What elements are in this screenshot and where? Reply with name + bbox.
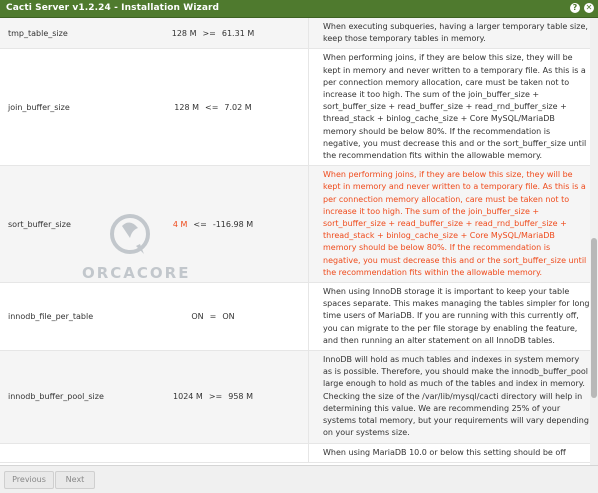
recommended-value: ON [222,312,235,322]
description-line: increase it too high. The sum of the joi… [323,90,540,100]
next-button[interactable]: Next [55,471,95,489]
setting-name [0,443,118,463]
title-bar: Cacti Server v1.2.24 - Installation Wiza… [0,0,598,18]
description-line: as is possible. Therefore, you should ma… [323,367,588,377]
description-line: time users of MariaDB. If you are runnin… [323,311,579,321]
current-value: 4 M [172,219,188,229]
description-line: memory should be below 80%. If the recom… [323,243,551,253]
description-line: thread_stack + binlog_cache_size + Core … [323,231,555,241]
table-row: tmp_table_size 128 M >= 61.31 M When executi… [0,18,590,50]
setting-name: join_buffer_size [0,48,118,167]
window-title: Cacti Server v1.2.24 - Installation Wiza… [6,3,220,13]
setting-value: 1024 M >= 958 M [118,350,309,444]
setting-description: When using InnoDB storage it is importan… [308,282,590,352]
close-icon[interactable]: ✕ [584,3,594,13]
description-line: When executing subqueries, having a larg… [323,22,588,31]
description-line: the recommendation fits within the allow… [323,151,543,161]
description-line: thread_stack + binlog_cache_size + Core … [323,114,555,124]
description-line: and then running an alter statement on a… [323,335,555,345]
current-value: ON [191,312,204,322]
description-line: When using InnoDB storage it is importan… [323,287,570,297]
description-line: kept in memory and never written to a te… [323,182,586,192]
vertical-scrollbar[interactable] [590,18,598,465]
comparison-operator: >= [208,392,223,402]
comparison-operator: >= [202,28,216,38]
setting-description: When performing joins, if they are below… [308,48,590,167]
description-line: memory should be below 80%. If the recom… [323,126,551,136]
table-row: join_buffer_size 128 M <= 7.02 M When perfor… [0,48,590,167]
setting-name: sort_buffer_size [0,165,118,284]
current-value: 128 M [174,102,200,112]
recommended-value: 7.02 M [224,102,252,112]
description-line: sort_buffer_size + read_buffer_size + re… [323,102,567,112]
setting-name: innodb_buffer_pool_size [0,350,118,444]
setting-description: When performing joins, if they are below… [308,165,590,284]
description-line: Checking the size of the /var/lib/mysql/… [323,391,583,401]
description-line: systems total memory, but your requireme… [323,416,589,426]
setting-description: InnoDB will hold as much tables and inde… [308,350,590,444]
description-line: on your systems size. [323,428,410,438]
description-line: per connection memory allocation, care m… [323,77,570,87]
description-line: kept in memory and never written to a te… [323,65,586,75]
setting-description: When executing subqueries, having a larg… [308,18,590,50]
setting-name: innodb_file_per_table [0,282,118,352]
description-line: the recommendation fits within the allow… [323,267,543,277]
settings-table: tmp_table_size 128 M >= 61.31 M When executi… [0,18,590,463]
help-icon[interactable]: ? [570,3,580,13]
setting-name: tmp_table_size [0,18,118,50]
description-line: When using MariaDB 10.0 or below this se… [323,447,566,457]
description-line: When performing joins, if they are below… [323,53,573,63]
comparison-operator: <= [205,102,219,112]
description-line: determining this value. We are recommend… [323,403,561,413]
description-line: When performing joins, if they are below… [323,170,573,180]
setting-value [118,443,309,463]
current-value: 128 M [171,28,197,38]
footer-bar: Previous Next [0,465,598,493]
previous-button[interactable]: Previous [4,471,54,489]
description-line: you can migrate to the per file storage … [323,323,578,333]
table-row: innodb_file_per_table ON = ON When using Inn… [0,282,590,352]
table-row: sort_buffer_size 4 M <= -116.98 M When perfo… [0,165,590,284]
description-line: large enough to hold as much of the tabl… [323,379,585,389]
description-line: increase it too high. The sum of the joi… [323,206,540,216]
recommended-value: 958 M [228,392,253,402]
setting-value: 128 M <= 7.02 M [118,48,309,167]
current-value: 1024 M [173,392,203,402]
description-line: spaces separate. This makes managing the… [323,299,590,309]
description-line: sort_buffer_size + read_buffer_size + re… [323,219,567,229]
settings-table-container[interactable]: tmp_table_size 128 M >= 61.31 M When executi… [0,18,590,465]
comparison-operator: = [209,312,217,322]
setting-value: ON = ON [118,282,309,352]
comparison-operator: <= [193,219,207,229]
table-row: innodb_buffer_pool_size 1024 M >= 958 M Inno… [0,350,590,444]
setting-value: 128 M >= 61.31 M [118,18,309,50]
setting-description: When using MariaDB 10.0 or below this se… [308,443,590,463]
description-line: InnoDB will hold as much tables and inde… [323,355,580,365]
recommended-value: -116.98 M [212,219,254,229]
description-line: negative, you must decrease this and or … [323,138,587,148]
setting-value: 4 M <= -116.98 M [118,165,309,284]
table-row: When using MariaDB 10.0 or below this se… [0,443,590,463]
scrollbar-thumb[interactable] [591,238,597,398]
description-line: keep those temporary tables in memory. [323,34,486,44]
description-line: per connection memory allocation, care m… [323,194,570,204]
recommended-value: 61.31 M [221,28,255,38]
description-line: negative, you must decrease this and or … [323,255,587,265]
